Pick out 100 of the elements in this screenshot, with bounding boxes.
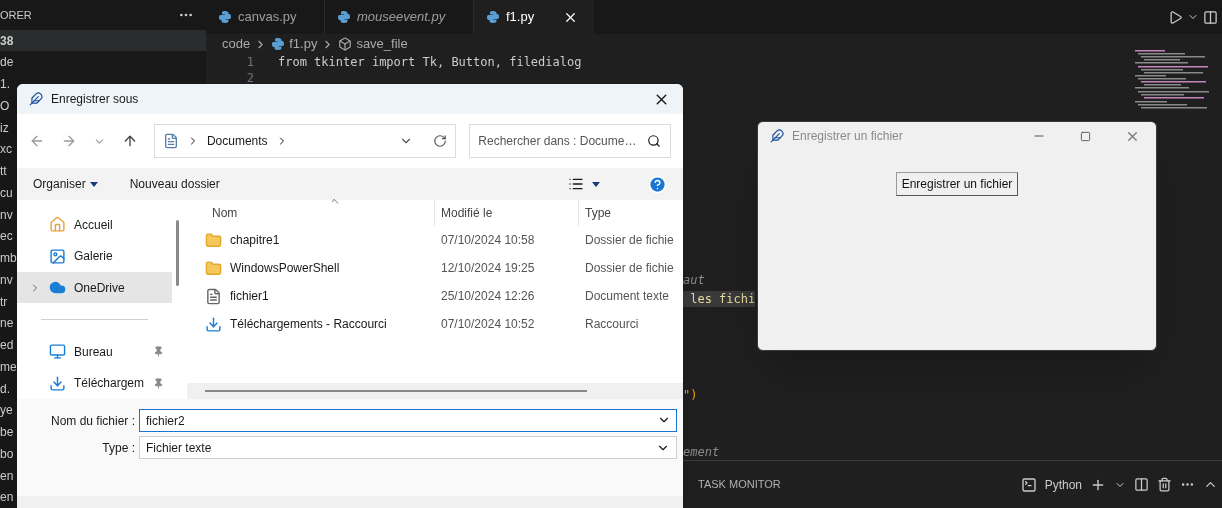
- file-item[interactable]: cu: [0, 183, 13, 202]
- column-header[interactable]: Type: [579, 204, 611, 222]
- window-title: Enregistrer un fichier: [792, 128, 903, 145]
- file-type: Raccourci: [584, 316, 639, 333]
- file-row[interactable]: chapitre1 07/10/2024 10:58 Dossier de fichie: [187, 226, 683, 254]
- search-field[interactable]: Rechercher dans : Docume…: [469, 124, 671, 158]
- help-icon[interactable]: [648, 174, 667, 194]
- breadcrumb-item[interactable]: f1.py: [289, 34, 318, 54]
- refresh-icon[interactable]: [433, 134, 448, 148]
- file-item[interactable]: bo: [0, 444, 14, 463]
- desktop-icon: [49, 343, 66, 361]
- file-item[interactable]: tt: [0, 162, 7, 181]
- file-modified: 07/10/2024 10:52: [440, 316, 536, 333]
- document-icon: [205, 287, 222, 305]
- file-item[interactable]: me: [0, 357, 17, 376]
- breadcrumb-item[interactable]: save_file: [356, 34, 408, 54]
- method-icon: [338, 37, 353, 51]
- documents-icon: [162, 133, 179, 149]
- split-terminal-icon[interactable]: [1134, 477, 1149, 492]
- search-icon[interactable]: [647, 134, 661, 148]
- file-row[interactable]: Téléchargements - Raccourci 07/10/2024 10:52 Raccourci: [187, 310, 683, 338]
- view-icon[interactable]: [568, 176, 584, 192]
- folder-icon: [205, 231, 222, 249]
- nav-item[interactable]: Galerie: [17, 240, 172, 272]
- file-item[interactable]: O: [0, 96, 10, 115]
- pin-icon[interactable]: [153, 377, 164, 389]
- python-icon: [486, 10, 500, 24]
- shortcut-icon: [205, 315, 222, 333]
- column-header[interactable]: Nom: [187, 200, 435, 226]
- python-icon: [271, 37, 286, 51]
- run-icon[interactable]: [1168, 9, 1183, 25]
- horizontal-scrollbar[interactable]: [187, 383, 683, 399]
- new-folder-button[interactable]: Nouveau dossier: [129, 175, 220, 193]
- file-item[interactable]: 1.: [0, 75, 10, 94]
- file-item[interactable]: ye: [0, 401, 13, 420]
- breadcrumb-item[interactable]: code: [222, 34, 251, 54]
- address-bar[interactable]: Documents: [153, 124, 457, 158]
- save-file-button[interactable]: Enregistrer un fichier: [895, 172, 1019, 196]
- file-type: Dossier de fichie: [584, 232, 674, 249]
- file-modified: 12/10/2024 19:25: [440, 260, 536, 277]
- view-caret-icon[interactable]: [592, 181, 600, 187]
- organize-button[interactable]: Organiser: [33, 175, 98, 193]
- nav-item[interactable]: Accueil: [17, 209, 172, 241]
- code-fragment: aut: [683, 271, 705, 288]
- file-row[interactable]: WindowsPowerShell 12/10/2024 19:25 Dossier de fichie: [187, 254, 683, 282]
- pin-icon[interactable]: [153, 346, 164, 358]
- python-icon: [337, 10, 351, 24]
- file-item[interactable]: en: [0, 466, 14, 485]
- file-item[interactable]: tr: [0, 292, 8, 311]
- file-modified: 07/10/2024 10:58: [440, 232, 536, 249]
- code-fragment: "): [683, 386, 698, 403]
- nav-item[interactable]: OneDrive: [17, 271, 172, 304]
- trash-icon[interactable]: [1157, 477, 1172, 492]
- file-item[interactable]: iz: [0, 118, 9, 137]
- file-item[interactable]: nv: [0, 205, 13, 224]
- filename-field[interactable]: fichier2: [139, 409, 677, 432]
- nav-item[interactable]: Bureau: [17, 336, 172, 368]
- file-name: WindowsPowerShell: [230, 260, 340, 277]
- file-item[interactable]: mb: [0, 249, 17, 268]
- code-line: from tkinter import Tk, Button, filedialog: [278, 54, 582, 70]
- file-type: Document texte: [584, 288, 670, 305]
- split-editor-icon[interactable]: [1203, 9, 1218, 25]
- file-item[interactable]: nv: [0, 270, 13, 289]
- line-number: 2: [245, 70, 254, 86]
- address-segment[interactable]: Documents: [206, 132, 268, 150]
- editor-tab[interactable]: f1.py: [474, 0, 594, 34]
- file-item[interactable]: ne: [0, 314, 14, 333]
- gallery-icon: [49, 247, 66, 265]
- file-item[interactable]: xc: [0, 140, 12, 159]
- workspace-header[interactable]: 38: [0, 29, 206, 52]
- cloud-icon: [49, 279, 66, 296]
- back-icon[interactable]: [29, 133, 45, 149]
- terminal-icon: [1020, 476, 1037, 493]
- dialog-title: Enregistrer sous: [51, 91, 139, 108]
- feather-icon: [770, 129, 784, 143]
- file-name: fichier1: [230, 288, 269, 305]
- field-label: Nom du fichier :: [49, 412, 135, 430]
- python-icon: [218, 10, 232, 24]
- file-item[interactable]: d.: [0, 379, 10, 398]
- file-type: Dossier de fichie: [584, 260, 674, 277]
- file-name: Téléchargements - Raccourci: [230, 316, 387, 333]
- file-row[interactable]: fichier1 25/10/2024 12:26 Document texte: [187, 282, 683, 310]
- file-item[interactable]: ec: [0, 227, 13, 246]
- file-item[interactable]: ed: [0, 336, 14, 355]
- terminal-name[interactable]: Python: [1044, 475, 1082, 494]
- file-item[interactable]: be: [0, 423, 14, 442]
- column-header[interactable]: Modifié le: [435, 200, 579, 226]
- code-fragment: ement: [683, 443, 720, 460]
- feather-icon: [29, 92, 43, 106]
- type-dropdown[interactable]: Fichier texte: [139, 436, 677, 459]
- file-name: chapitre1: [230, 232, 280, 249]
- field-label: Type :: [101, 439, 135, 457]
- nav-item[interactable]: Téléchargem: [17, 367, 172, 400]
- maximize-icon[interactable]: [1080, 130, 1091, 142]
- home-icon: [49, 216, 66, 234]
- code-fragment: les fichi: [683, 290, 756, 307]
- panel-title[interactable]: TASK MONITOR: [698, 476, 781, 493]
- file-item[interactable]: en: [0, 488, 14, 507]
- file-item[interactable]: de: [0, 53, 14, 72]
- explorer-title: ORER: [0, 7, 32, 23]
